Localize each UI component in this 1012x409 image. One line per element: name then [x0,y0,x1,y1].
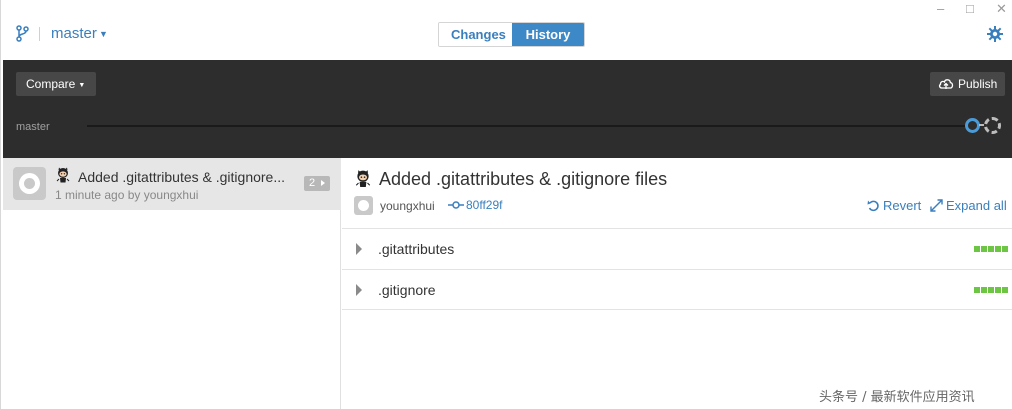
commit-meta: 1 minute ago by youngxhui [55,188,199,202]
commit-list: Added .gitattributes & .gitignore... 1 m… [3,158,341,409]
cloud-upload-icon [938,79,954,89]
divider [39,27,40,41]
branch-icon[interactable] [15,24,29,42]
history-toolbar: Compare ▼ Publish master [3,60,1012,158]
diff-stat-bar [974,287,1008,293]
tab-changes[interactable]: Changes [439,23,512,46]
tab-history[interactable]: History [512,23,584,46]
revert-label: Revert [883,198,922,213]
avatar [13,167,46,200]
chevron-down-icon: ▼ [78,82,86,89]
file-count-badge: 2 [304,176,330,191]
chevron-right-icon[interactable] [356,243,362,255]
timeline-track[interactable] [87,125,967,127]
watermark-text: 头条号 / 最新软件应用资讯 [819,390,975,405]
octocat-icon [355,170,371,187]
publish-button[interactable]: Publish [930,72,1005,96]
maximize-icon[interactable]: □ [966,1,974,16]
octocat-icon [56,167,70,183]
timeline-commit-node[interactable] [965,118,980,133]
publish-label: Publish [958,77,998,91]
revert-icon [867,200,879,212]
chevron-right-icon [321,180,325,186]
branch-selector[interactable]: master [51,25,97,42]
chevron-right-icon[interactable] [356,284,362,296]
file-name: .gitignore [378,282,436,298]
timeline-branch-label: master [16,121,50,133]
close-icon[interactable]: ✕ [996,1,1007,17]
minimize-icon[interactable]: – [937,1,944,16]
compare-button[interactable]: Compare ▼ [16,72,96,96]
diff-stat-bar [974,246,1008,252]
file-name: .gitattributes [378,241,455,257]
commit-author[interactable]: youngxhui [380,199,435,213]
revert-button[interactable]: Revert [867,198,921,213]
commit-detail: Added .gitattributes & .gitignore files … [342,158,1012,409]
top-bar: master ▼ Changes History – □ ✕ [1,0,1012,60]
chevron-down-icon[interactable]: ▼ [99,29,108,39]
commit-icon [448,201,464,209]
expand-all-label: Expand all [946,198,1007,213]
file-row[interactable]: .gitattributes [342,228,1012,269]
view-switcher: Changes History [438,22,585,47]
timeline-uncommitted-node[interactable] [984,117,1001,134]
app-window: master ▼ Changes History – □ ✕ Compare ▼… [0,0,1012,409]
avatar [354,196,373,215]
expand-icon [930,199,943,212]
gear-icon[interactable] [987,26,1003,42]
commit-sha-link[interactable]: 80ff29f [466,198,502,212]
commit-detail-title: Added .gitattributes & .gitignore files [379,169,668,189]
file-count: 2 [309,177,316,189]
file-row[interactable]: .gitignore [342,269,1012,310]
expand-all-button[interactable]: Expand all [930,198,1007,213]
compare-label: Compare [26,77,76,91]
commit-title: Added .gitattributes & .gitignore... [78,169,286,185]
commit-list-item[interactable]: Added .gitattributes & .gitignore... 1 m… [3,158,341,210]
